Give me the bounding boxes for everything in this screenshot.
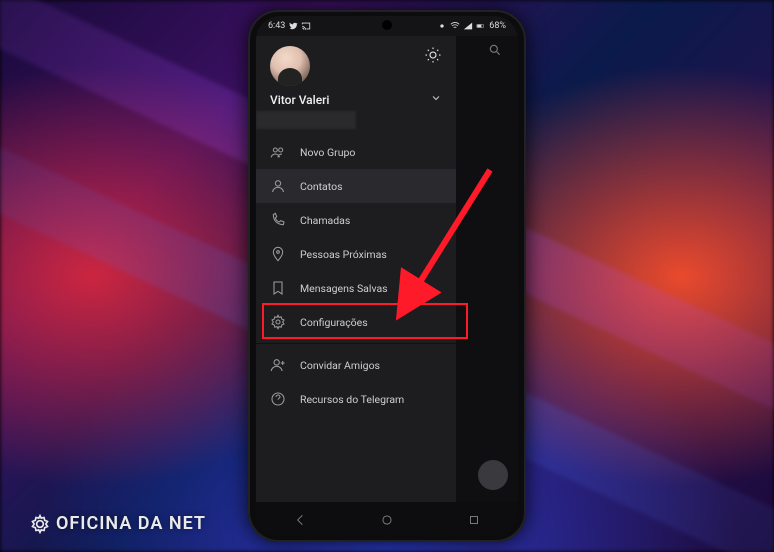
phone-icon [270,212,286,228]
person-icon [270,178,286,194]
menu-people-nearby[interactable]: Pessoas Próximas [256,237,456,271]
menu-calls[interactable]: Chamadas [256,203,456,237]
avatar[interactable] [270,46,310,86]
menu-label: Recursos do Telegram [300,393,404,406]
navigation-drawer: Vitor Valeri Novo Grupo Contatos Chamada… [256,36,456,536]
phone-screen: 6:43 68% [256,16,518,536]
twitter-icon [288,21,298,31]
chat-list-background [456,36,518,536]
menu-new-group[interactable]: Novo Grupo [256,135,456,169]
menu-label: Convidar Amigos [300,359,380,372]
menu-telegram-features[interactable]: Recursos do Telegram [256,382,456,416]
watermark-text: OFICINA DA NET [56,513,206,534]
bookmark-icon [270,280,286,296]
menu-contacts[interactable]: Contatos [256,169,456,203]
add-person-icon [270,357,286,373]
user-name: Vitor Valeri [270,93,329,107]
battery-icon [476,21,486,31]
cast-icon [301,21,311,31]
gear-icon [270,314,286,330]
phone-number-blurred [256,111,456,129]
wifi-icon [450,21,460,31]
watermark: OFICINA DA NET [30,513,206,534]
menu-divider [256,343,456,344]
new-message-fab[interactable] [478,460,508,490]
menu-label: Mensagens Salvas [300,282,388,295]
android-nav-bar [256,502,518,536]
signal-icon [463,21,473,31]
menu-settings[interactable]: Configurações [256,305,456,339]
search-icon[interactable] [488,42,502,61]
menu-label: Configurações [300,316,368,329]
battery-percent: 68% [489,21,506,31]
menu-saved-messages[interactable]: Mensagens Salvas [256,271,456,305]
menu-label: Novo Grupo [300,146,355,159]
menu-label: Pessoas Próximas [300,248,387,261]
home-button[interactable] [380,512,394,526]
theme-toggle-icon[interactable] [424,46,442,64]
camera-notch [382,20,392,30]
menu-label: Contatos [300,180,343,193]
people-icon [270,144,286,160]
back-button[interactable] [293,512,307,526]
help-icon [270,391,286,407]
menu-invite-friends[interactable]: Convidar Amigos [256,348,456,382]
location-icon [270,246,286,262]
menu-label: Chamadas [300,214,350,227]
status-time: 6:43 [268,21,285,31]
settings-dot-icon [437,21,447,31]
phone-frame: 6:43 68% [248,10,526,542]
recents-button[interactable] [467,512,481,526]
chevron-down-icon[interactable] [430,92,442,107]
